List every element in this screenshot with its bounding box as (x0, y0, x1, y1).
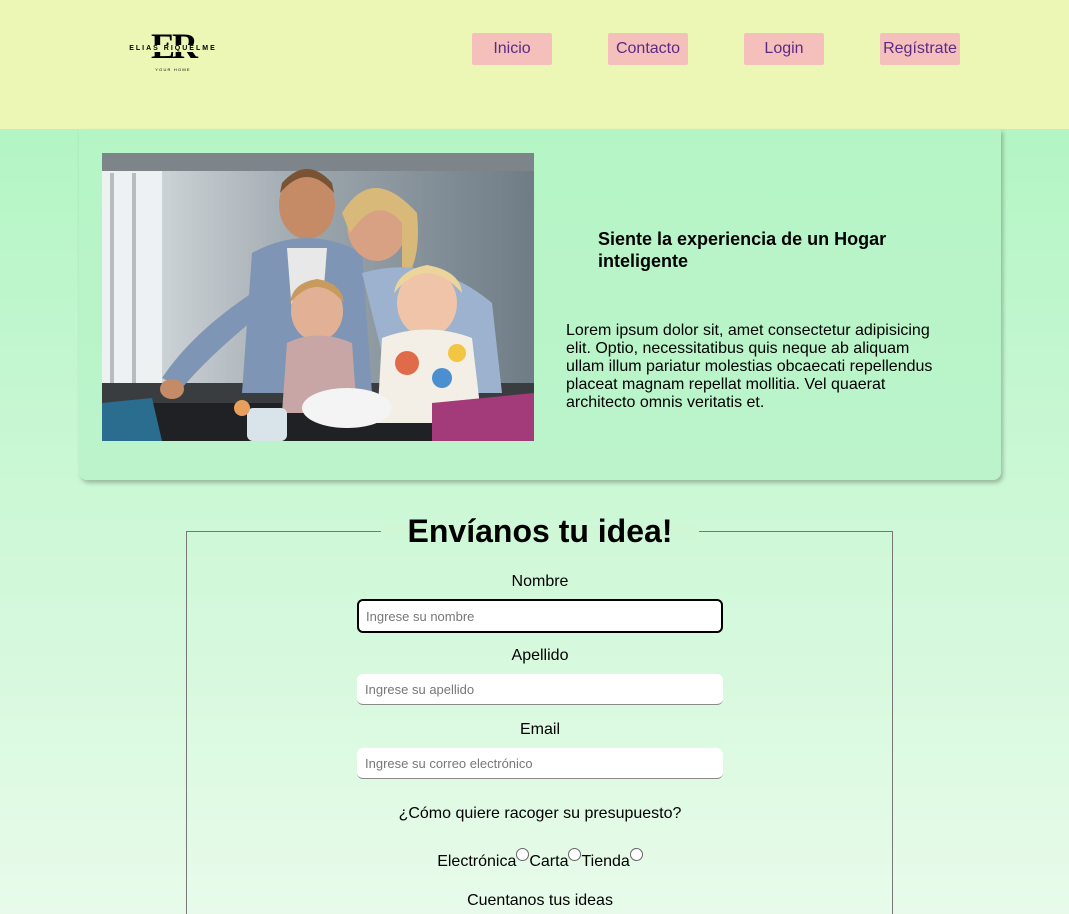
email-input[interactable] (357, 748, 723, 779)
option-carta-label: Carta (529, 853, 569, 870)
hero-title: Siente la experiencia de un Hogar inteli… (598, 229, 887, 271)
option-tienda-label: Tienda (581, 853, 630, 870)
apellido-label: Apellido (511, 647, 569, 664)
brand-logo[interactable]: ER ELIAS RIQUELME YOUR HOME (124, 28, 222, 74)
nombre-label: Nombre (511, 573, 569, 590)
option-carta-radio[interactable] (568, 848, 582, 861)
nav-registrate-button[interactable]: Regístrate (880, 33, 960, 65)
apellido-input[interactable] (357, 674, 723, 705)
nav-contacto-button[interactable]: Contacto (608, 33, 688, 65)
family-kitchen-photo (102, 153, 534, 441)
nav-inicio-button[interactable]: Inicio (472, 33, 552, 65)
logo-name: ELIAS RIQUELME (128, 45, 218, 52)
hero-text: Lorem ipsum dolor sit, amet consectetur … (566, 322, 933, 411)
ideas-label: Cuentanos tus ideas (467, 892, 613, 909)
option-electronica-label: Electrónica (437, 853, 517, 870)
option-tienda-radio[interactable] (629, 848, 643, 861)
email-label: Email (519, 721, 560, 738)
hero-card: Siente la experiencia de un Hogar inteli… (79, 129, 1001, 480)
presupuesto-options: Electrónica Carta Tienda (356, 848, 724, 872)
logo-tagline: YOUR HOME (155, 67, 191, 72)
nav-login-button[interactable]: Login (744, 33, 824, 65)
site-header: ER ELIAS RIQUELME YOUR HOME Inicio Conta… (0, 0, 1069, 129)
presupuesto-question: ¿Cómo quiere racoger su presupuesto? (398, 805, 682, 822)
nombre-input[interactable] (357, 599, 723, 633)
form-legend: Envíanos tu idea! (407, 513, 673, 549)
option-electronica-radio[interactable] (516, 848, 530, 861)
